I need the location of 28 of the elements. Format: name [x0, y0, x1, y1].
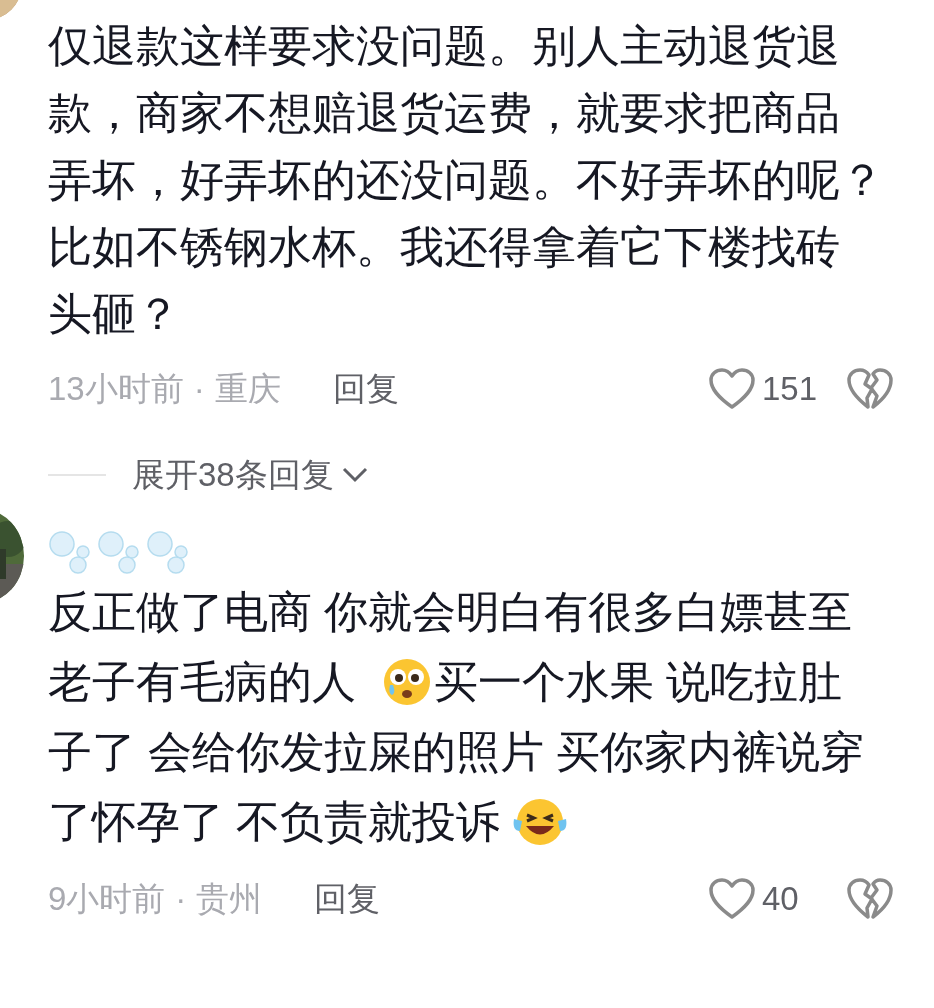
comment-text: 仅退款这样要求没问题。别人主动退货退 [48, 19, 840, 72]
comment-location: 重庆 [214, 369, 281, 410]
scared-face-icon [382, 657, 432, 707]
heart-icon[interactable] [708, 877, 756, 921]
comment-location: 贵州 [196, 879, 263, 920]
comment-time: 9小时前 [48, 879, 166, 920]
reply-link[interactable]: 回复 [332, 364, 399, 414]
comment-text: 子了 会给你发拉屎的照片 买你家内裤说穿 [48, 726, 865, 778]
expand-replies-link[interactable]: 展开38条回复 [132, 450, 368, 500]
comment-text: 反正做了电商 你就会明白有很多白嫖甚至 [48, 586, 853, 638]
comment-time: 13小时前 [48, 369, 184, 410]
like-count: 151 [762, 369, 819, 410]
laughing-face-icon [512, 797, 569, 847]
comment-text: 弄坏，好弄坏的还没问题。不好弄坏的呢？ [48, 153, 884, 206]
comment-text: 比如不锈钢水杯。我还得拿着它下楼找砖 [48, 220, 840, 273]
comment-text: 款，商家不想赔退货运费，就要求把商品 [48, 86, 840, 139]
separator-dot: · [175, 879, 187, 920]
heart-icon[interactable] [708, 367, 756, 411]
comment-text: 了怀孕了 不负责就投诉 [48, 796, 501, 848]
comment-text: 买一个水果 说吃拉肚 [434, 656, 843, 708]
comment-text: 老子有毛病的人 [48, 656, 356, 708]
separator-dot: · [193, 369, 205, 410]
like-count: 40 [762, 879, 800, 920]
broken-heart-icon[interactable] [846, 877, 894, 921]
chevron-down-icon [341, 467, 368, 483]
reply-link[interactable]: 回复 [314, 874, 381, 924]
broken-heart-icon[interactable] [846, 367, 894, 411]
comment-text: 头砸？ [48, 287, 180, 340]
